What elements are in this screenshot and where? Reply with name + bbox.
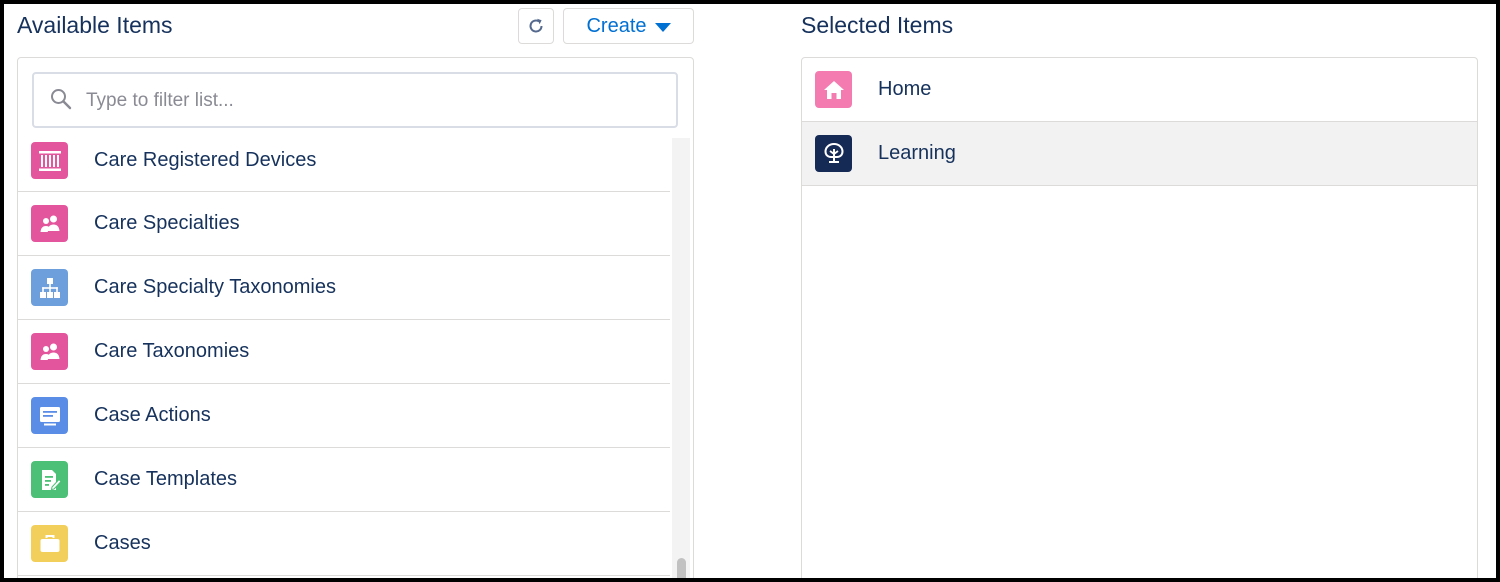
available-items-title: Available Items [17, 12, 173, 38]
filter-search-box [32, 72, 678, 128]
hierarchy-icon [31, 269, 68, 306]
create-button-label: Create [586, 14, 647, 37]
list-item-label: Cases [94, 532, 151, 554]
search-icon [51, 89, 72, 110]
app-manager-frame: Available Items Create Type to filter li… [4, 4, 1496, 578]
list-item[interactable]: Home [802, 58, 1477, 122]
list-item[interactable]: Care Taxonomies [18, 320, 670, 384]
people-icon [31, 205, 68, 242]
monitor-icon [31, 397, 68, 434]
scrollbar-thumb[interactable] [677, 558, 686, 578]
home-icon [815, 71, 852, 108]
refresh-icon [529, 18, 543, 33]
selected-items-title: Selected Items [801, 12, 954, 38]
list-item-label: Case Templates [94, 468, 238, 490]
list-item[interactable]: Case Actions [18, 384, 670, 448]
filter-input[interactable] [84, 84, 668, 118]
briefcase-icon [31, 525, 68, 562]
available-items-list-box: Care Registered Devices Care Specialties [17, 57, 694, 578]
list-item-label: Care Specialty Taxonomies [94, 276, 336, 298]
chevron-down-icon [654, 22, 671, 32]
list-item-label: Care Taxonomies [94, 340, 250, 362]
barcode-icon [31, 142, 68, 179]
learning-tree-icon [815, 135, 852, 172]
document-edit-icon [31, 461, 68, 498]
create-button[interactable]: Create [563, 8, 694, 44]
list-item[interactable]: Care Specialty Taxonomies [18, 256, 670, 320]
list-item[interactable]: Case Templates [18, 448, 670, 512]
list-item-label: Home [878, 78, 932, 100]
list-item-label: Case Actions [94, 404, 211, 426]
list-scrollbar[interactable] [672, 138, 690, 578]
list-item[interactable]: Care Registered Devices [18, 130, 670, 192]
available-items-list: Care Registered Devices Care Specialties [18, 130, 670, 576]
selected-items-list-box: Home Learning [801, 57, 1478, 578]
refresh-button[interactable] [518, 8, 554, 44]
list-item[interactable]: Cases [18, 512, 670, 576]
list-item-label: Care Registered Devices [94, 149, 317, 171]
people-icon [31, 333, 68, 370]
list-item-label: Learning [878, 142, 956, 164]
list-item[interactable]: Care Specialties [18, 192, 670, 256]
list-item[interactable]: Learning [802, 122, 1477, 186]
list-item-label: Care Specialties [94, 212, 240, 234]
